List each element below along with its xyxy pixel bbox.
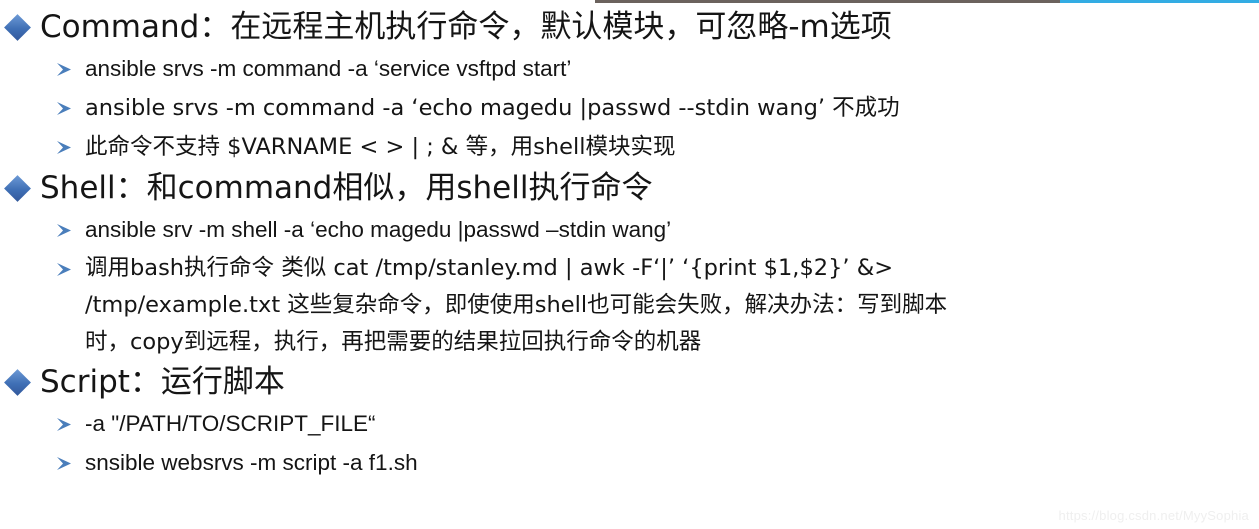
sub-bullet-script-2: snsible websrvs -m script -a f1.sh <box>0 444 1259 483</box>
sub-bullet-command-3: 此命令不支持 $VARNAME < > | ; & 等，用shell模块实现 <box>0 128 1259 167</box>
sub-bullet-command-1: ansible srvs -m command -a ‘service vsft… <box>0 50 1259 89</box>
arrow-bullet-icon <box>56 101 73 117</box>
slide-content: Command：在远程主机执行命令，默认模块，可忽略-m选项 ansible s… <box>0 0 1259 529</box>
sub-bullet-shell-2-paragraph: 调用bash执行命令 类似 cat /tmp/stanley.md | awk … <box>85 250 947 361</box>
sub-bullet-command-2-text: ansible srvs -m command -a ‘echo magedu … <box>85 95 900 121</box>
bullet-script-title: Script：运行脚本 <box>40 364 285 400</box>
bullet-script: Script：运行脚本 <box>0 361 1259 405</box>
arrow-bullet-icon <box>56 456 73 472</box>
sub-bullet-command-1-text: ansible srvs -m command -a ‘service vsft… <box>85 56 572 81</box>
arrow-bullet-icon <box>56 140 73 156</box>
sub-bullet-shell-1: ansible srv -m shell -a ‘echo magedu |pa… <box>0 211 1259 250</box>
bullet-command-title: Command：在远程主机执行命令，默认模块，可忽略-m选项 <box>40 9 892 45</box>
bullet-command: Command：在远程主机执行命令，默认模块，可忽略-m选项 <box>0 6 1259 50</box>
paragraph-line-3: 时，copy到远程，执行，再把需要的结果拉回执行命令的机器 <box>85 329 702 355</box>
sub-bullet-script-1-text: -a "/PATH/TO/SCRIPT_FILE“ <box>85 411 376 436</box>
sub-bullet-command-3-text: 此命令不支持 $VARNAME < > | ; & 等，用shell模块实现 <box>85 134 676 160</box>
arrow-bullet-icon <box>56 417 73 433</box>
bullet-shell: Shell：和command相似，用shell执行命令 <box>0 167 1259 211</box>
arrow-bullet-icon <box>56 262 73 278</box>
diamond-bullet-icon <box>4 175 31 202</box>
arrow-bullet-icon <box>56 62 73 78</box>
diamond-bullet-icon <box>4 369 31 396</box>
arrow-bullet-icon <box>56 223 73 239</box>
watermark: https://blog.csdn.net/MyySophia <box>1058 508 1249 523</box>
sub-bullet-command-2: ansible srvs -m command -a ‘echo magedu … <box>0 89 1259 128</box>
bullet-shell-title: Shell：和command相似，用shell执行命令 <box>40 170 653 206</box>
paragraph-line-2: /tmp/example.txt 这些复杂命令，即使使用shell也可能会失败，… <box>85 292 948 318</box>
sub-bullet-shell-1-text: ansible srv -m shell -a ‘echo magedu |pa… <box>85 217 672 242</box>
sub-bullet-shell-2: 调用bash执行命令 类似 cat /tmp/stanley.md | awk … <box>0 250 1259 361</box>
sub-bullet-script-2-text: snsible websrvs -m script -a f1.sh <box>85 450 418 475</box>
sub-bullet-script-1: -a "/PATH/TO/SCRIPT_FILE“ <box>0 405 1259 444</box>
paragraph-line-1: 调用bash执行命令 类似 cat /tmp/stanley.md | awk … <box>85 255 894 281</box>
diamond-bullet-icon <box>4 14 31 41</box>
